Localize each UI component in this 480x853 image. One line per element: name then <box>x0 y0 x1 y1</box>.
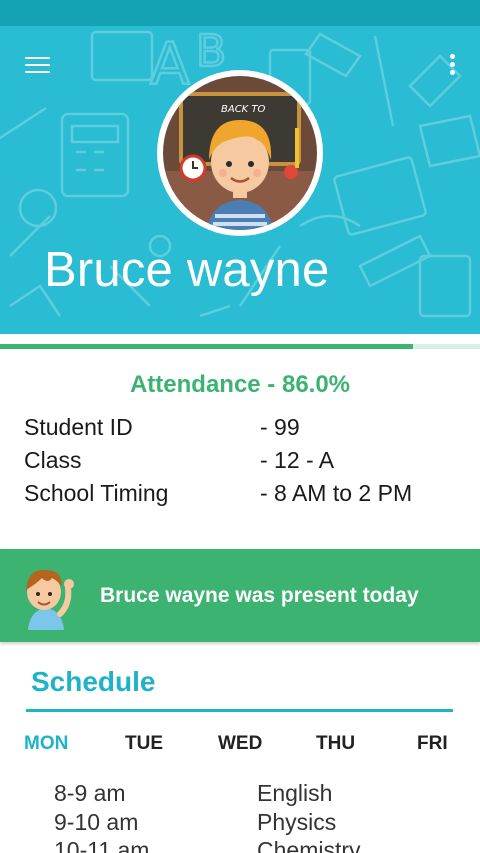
waving-kid-icon <box>26 569 74 630</box>
schedule-subject: Chemistry <box>257 837 361 853</box>
presence-message: Bruce wayne was present today <box>100 584 419 607</box>
info-label: School Timing <box>24 480 169 506</box>
schedule-subject: Physics <box>257 809 337 835</box>
attendance-progress-fill <box>0 344 413 349</box>
day-tabs: MON TUE WED THU FRI <box>0 733 480 759</box>
vertical-dots-icon[interactable] <box>446 52 458 78</box>
info-value: - 12 - A <box>260 447 335 473</box>
schedule-row: 8-9 am English <box>0 780 480 808</box>
student-name: Bruce wayne <box>44 243 330 297</box>
student-avatar: BACK TO <box>157 70 323 236</box>
info-value: - 99 <box>260 414 300 440</box>
info-value: - 8 AM to 2 PM <box>260 480 413 506</box>
tab-fri[interactable]: FRI <box>417 733 448 755</box>
svg-text:BACK TO: BACK TO <box>221 104 266 115</box>
attendance-label: Attendance <box>129 371 261 398</box>
attendance-progress-bar <box>0 344 480 349</box>
info-row-student-id: Student ID - 99 <box>24 414 464 444</box>
attendance-separator: - <box>260 371 282 398</box>
schedule-time: 9-10 am <box>54 809 139 835</box>
info-label: Class <box>24 447 82 473</box>
schedule-row: 10-11 am Chemistry <box>0 837 480 853</box>
schedule-time: 10-11 am <box>54 837 150 853</box>
profile-header: A B BACK TO Bruce wayne <box>0 26 480 334</box>
svg-text:A: A <box>150 30 190 98</box>
hamburger-menu-icon[interactable] <box>24 54 52 76</box>
presence-banner: Bruce wayne was present today <box>0 549 480 642</box>
schedule-title: Schedule <box>31 666 156 697</box>
info-label: Student ID <box>24 414 133 440</box>
svg-text:B: B <box>196 26 226 77</box>
attendance-summary: Attendance - 86.0% <box>0 371 480 399</box>
tab-mon[interactable]: MON <box>24 733 68 755</box>
tab-thu[interactable]: THU <box>316 733 355 755</box>
attendance-percent: 86.0% <box>281 371 351 398</box>
info-row-class: Class - 12 - A <box>24 447 464 477</box>
tab-tue[interactable]: TUE <box>125 733 163 755</box>
tab-wed[interactable]: WED <box>218 733 262 755</box>
schedule-divider <box>26 709 453 712</box>
status-bar <box>0 0 480 26</box>
info-row-school-timing: School Timing - 8 AM to 2 PM <box>24 480 464 510</box>
schedule-subject: English <box>257 780 333 806</box>
schedule-row: 9-10 am Physics <box>0 809 480 837</box>
schedule-time: 8-9 am <box>54 780 126 806</box>
